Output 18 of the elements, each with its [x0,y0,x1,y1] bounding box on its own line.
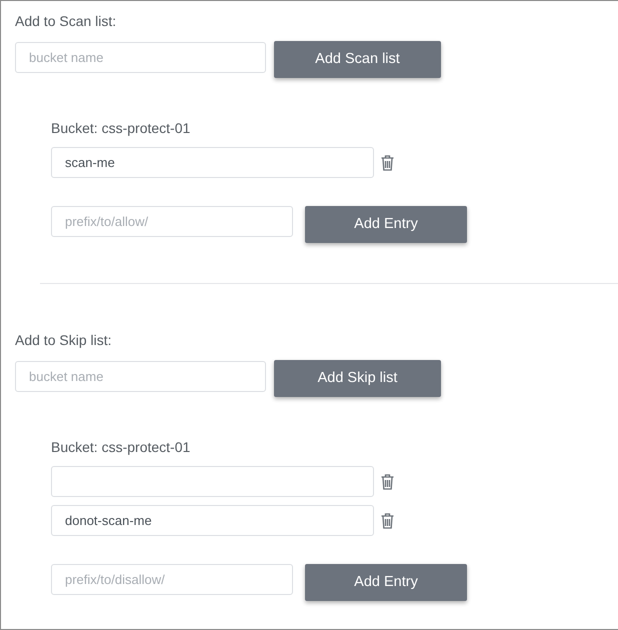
text-field[interactable]: prefix/to/disallow/ [51,564,293,595]
trash-icon[interactable] [381,154,394,170]
text-field[interactable]: bucket name [15,42,266,73]
add-button[interactable]: Add Skip list [274,360,441,397]
trash-icon[interactable] [381,474,394,490]
bucket-title: Bucket: css-protect-01 [51,438,190,457]
add-button[interactable]: Add Entry [305,206,467,243]
text-field[interactable]: donot-scan-me [51,505,374,536]
add-button[interactable]: Add Scan list [274,41,441,78]
bucket-title: Bucket: css-protect-01 [51,119,190,138]
section-label: Add to Skip list: [15,331,112,350]
text-field[interactable]: scan-me [51,147,374,178]
section-label: Add to Scan list: [15,12,116,31]
text-field[interactable]: prefix/to/allow/ [51,206,293,237]
trash-icon[interactable] [381,512,394,528]
text-field[interactable]: bucket name [15,361,266,392]
text-field[interactable] [51,466,374,497]
add-button[interactable]: Add Entry [305,564,467,601]
